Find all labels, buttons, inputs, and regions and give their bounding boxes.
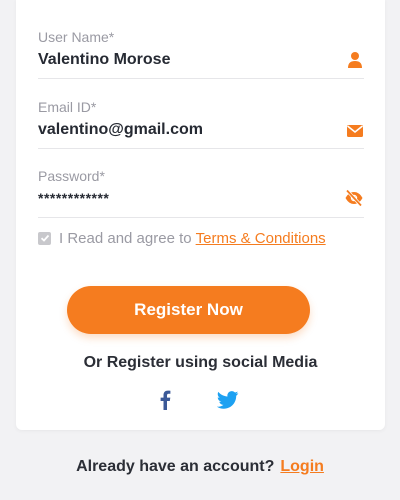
eye-slash-icon[interactable] [344, 189, 364, 207]
email-label: Email ID* [38, 99, 97, 115]
email-value: valentino@gmail.com [38, 121, 203, 138]
username-field[interactable]: User Name* Valentino Morose [38, 28, 364, 79]
password-label: Password* [38, 168, 105, 184]
envelope-icon [346, 122, 364, 140]
login-link[interactable]: Login [280, 458, 324, 475]
social-title: Or Register using social Media [83, 354, 318, 371]
facebook-icon[interactable] [159, 390, 171, 410]
user-icon [346, 51, 364, 69]
agree-checkbox[interactable] [38, 231, 51, 245]
agree-text: I Read and agree to [59, 229, 192, 247]
social-icons [16, 390, 385, 412]
email-field[interactable]: Email ID* valentino@gmail.com [38, 97, 364, 149]
register-card: User Name* Valentino Morose Email ID* va… [16, 0, 385, 430]
twitter-icon[interactable] [216, 391, 239, 409]
footer-text: Already have an account? [76, 458, 275, 475]
password-value: ************ [38, 190, 110, 206]
password-field[interactable]: Password* ************ [38, 167, 364, 218]
register-button[interactable]: Register Now [67, 286, 310, 334]
footer: Already have an account? Login [0, 458, 400, 476]
username-label: User Name* [38, 29, 115, 45]
username-value: Valentino Morose [38, 51, 171, 68]
terms-link[interactable]: Terms & Conditions [196, 230, 326, 247]
agree-row: I Read and agree to Terms & Conditions [38, 228, 326, 248]
